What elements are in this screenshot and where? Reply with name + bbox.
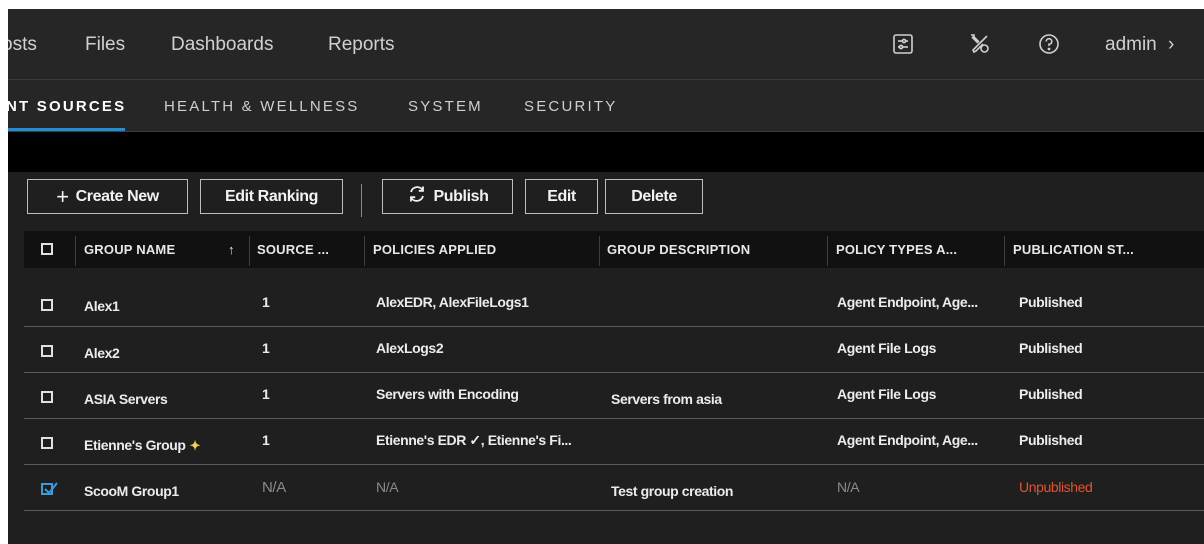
table-row[interactable]: Etienne's Group ✦ 1 Etienne's EDR ✓, Etie… xyxy=(24,419,1204,465)
cell-policies: AlexEDR, AlexFileLogs1 xyxy=(376,294,529,310)
row-checkbox[interactable] xyxy=(41,437,53,449)
column-divider xyxy=(599,236,600,266)
column-divider xyxy=(75,236,76,266)
tab-health-wellness[interactable]: HEALTH & WELLNESS xyxy=(164,98,360,115)
table-row[interactable]: Alex1 1 AlexEDR, AlexFileLogs1 Agent End… xyxy=(24,281,1204,327)
col-source[interactable]: SOURCE ... xyxy=(257,242,329,257)
table-row[interactable]: ScooM Group1 N/A N/A Test group creation… xyxy=(24,465,1204,511)
column-divider xyxy=(827,236,828,266)
cell-group-name: Etienne's Group ✦ xyxy=(84,437,200,454)
delete-button[interactable]: Delete xyxy=(605,179,703,214)
column-divider xyxy=(249,236,250,266)
group-name-text: Etienne's Group xyxy=(84,437,186,453)
nav-item-hosts[interactable]: osts xyxy=(8,34,37,56)
plus-icon: + xyxy=(56,183,69,209)
cell-description: Servers from asia xyxy=(611,391,722,407)
app-window: osts Files Dashboards Reports xyxy=(8,9,1204,544)
column-divider xyxy=(1004,236,1005,266)
col-group-name[interactable]: GROUP NAME xyxy=(84,242,175,257)
publish-button[interactable]: Publish xyxy=(382,179,513,214)
row-checkbox[interactable] xyxy=(41,299,53,311)
cell-source: 1 xyxy=(262,340,270,356)
cell-status: Published xyxy=(1019,386,1083,402)
publish-label: Publish xyxy=(433,187,489,205)
cell-policies: N/A xyxy=(376,479,399,495)
cell-source: 1 xyxy=(262,294,270,310)
cell-policy-types: N/A xyxy=(837,479,860,495)
sort-asc-icon[interactable]: ↑ xyxy=(228,242,235,257)
cell-status: Published xyxy=(1019,340,1083,356)
help-icon[interactable] xyxy=(1038,33,1060,55)
cell-group-name: ScooM Group1 xyxy=(84,483,179,499)
user-menu[interactable]: admin › xyxy=(1105,34,1174,56)
tab-event-sources[interactable]: NT SOURCES xyxy=(8,98,126,115)
user-name: admin xyxy=(1105,34,1157,55)
col-publication-status[interactable]: PUBLICATION ST... xyxy=(1013,242,1134,257)
col-policies-applied[interactable]: POLICIES APPLIED xyxy=(373,242,496,257)
col-group-description[interactable]: GROUP DESCRIPTION xyxy=(607,242,750,257)
row-checkbox[interactable] xyxy=(41,391,53,403)
toolbar-divider xyxy=(361,184,362,217)
row-checkbox-checked[interactable] xyxy=(41,482,58,495)
chevron-right-icon: › xyxy=(1168,34,1175,55)
edit-ranking-label: Edit Ranking xyxy=(225,187,318,205)
tab-system[interactable]: SYSTEM xyxy=(408,98,483,115)
cell-policy-types: Agent Endpoint, Age... xyxy=(837,294,978,310)
cell-group-name: Alex1 xyxy=(84,298,120,314)
cell-policies: AlexLogs2 xyxy=(376,340,444,356)
column-divider xyxy=(364,236,365,266)
create-new-button[interactable]: + Create New xyxy=(27,179,188,214)
top-nav: osts Files Dashboards Reports xyxy=(8,9,1204,80)
create-new-label: Create New xyxy=(75,187,160,205)
cell-policies: Servers with Encoding xyxy=(376,386,519,402)
header-band xyxy=(8,132,1204,172)
cell-policy-types: Agent File Logs xyxy=(837,340,937,356)
delete-label: Delete xyxy=(631,187,677,205)
cell-status: Published xyxy=(1019,294,1083,310)
nav-item-reports[interactable]: Reports xyxy=(328,34,395,56)
edit-label: Edit xyxy=(547,187,576,205)
nav-item-dashboards[interactable]: Dashboards xyxy=(171,34,273,56)
cell-description: Test group creation xyxy=(611,483,734,499)
cell-source: 1 xyxy=(262,432,270,448)
select-all-checkbox[interactable] xyxy=(41,243,53,255)
tools-icon[interactable] xyxy=(969,33,991,55)
cell-policies: Etienne's EDR ✓, Etienne's Fi... xyxy=(376,432,572,448)
cell-status: Published xyxy=(1019,432,1083,448)
active-tab-indicator xyxy=(8,128,125,131)
table-row[interactable]: Alex2 1 AlexLogs2 Agent File Logs Publis… xyxy=(24,327,1204,373)
refresh-icon xyxy=(407,184,427,209)
toolbar: + Create New Edit Ranking Publish Edit D… xyxy=(8,172,1204,232)
cell-source: N/A xyxy=(262,479,286,496)
settings-sliders-icon[interactable] xyxy=(892,33,914,55)
cell-source: 1 xyxy=(262,386,270,402)
cell-group-name: ASIA Servers xyxy=(84,391,168,407)
table-header: GROUP NAME ↑ SOURCE ... POLICIES APPLIED… xyxy=(24,231,1204,268)
nav-item-files[interactable]: Files xyxy=(85,34,125,56)
cell-group-name: Alex2 xyxy=(84,345,120,361)
cell-status-unpublished: Unpublished xyxy=(1019,479,1093,495)
sub-tabs: NT SOURCES HEALTH & WELLNESS SYSTEM SECU… xyxy=(8,80,1204,132)
col-policy-types[interactable]: POLICY TYPES A... xyxy=(836,242,957,257)
cell-policy-types: Agent File Logs xyxy=(837,386,937,402)
sparkle-icon: ✦ xyxy=(189,438,201,453)
tab-security[interactable]: SECURITY xyxy=(524,98,617,115)
table-row[interactable]: ASIA Servers 1 Servers with Encoding Ser… xyxy=(24,373,1204,419)
edit-button[interactable]: Edit xyxy=(525,179,598,214)
row-checkbox[interactable] xyxy=(41,345,53,357)
edit-ranking-button[interactable]: Edit Ranking xyxy=(200,179,343,214)
cell-policy-types: Agent Endpoint, Age... xyxy=(837,432,978,448)
